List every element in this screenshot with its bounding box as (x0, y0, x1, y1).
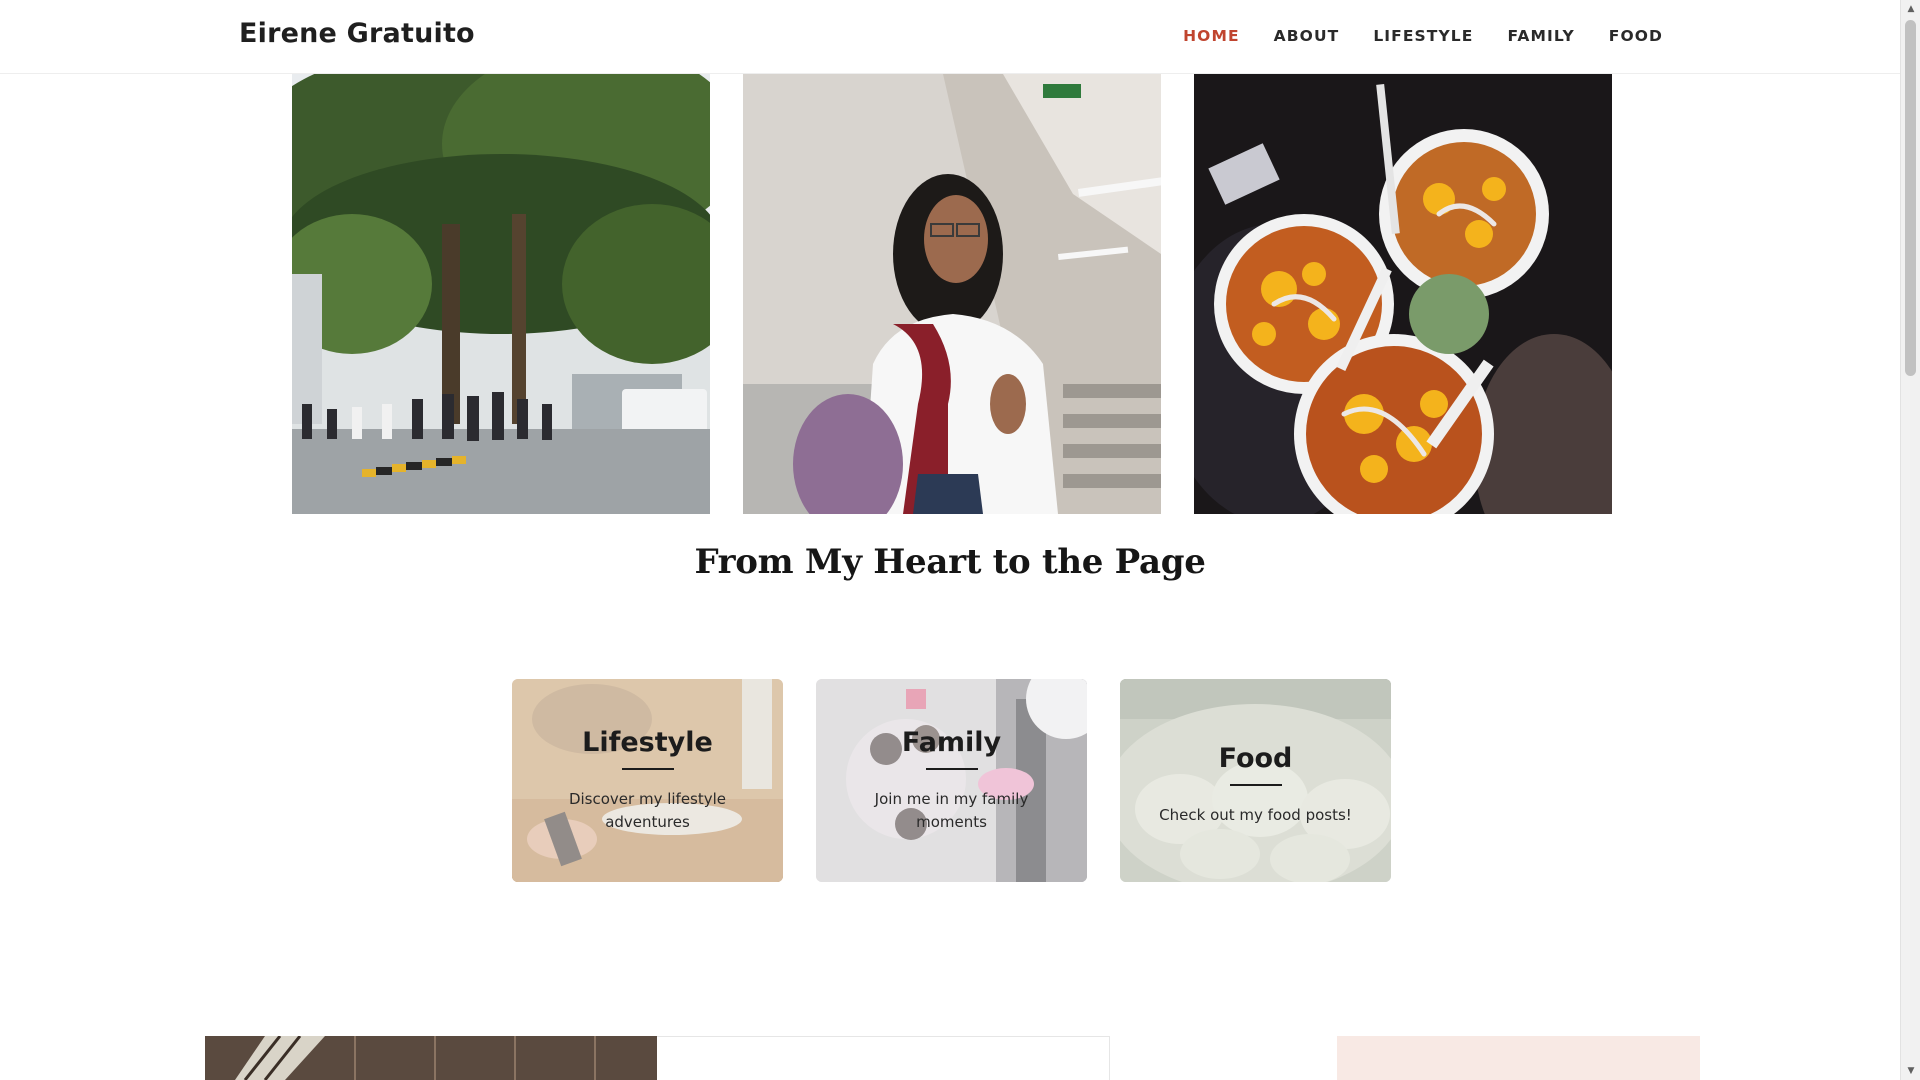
section-title: From My Heart to the Page (694, 542, 1206, 582)
page: Eirene Gratuito HOME ABOUT LIFESTYLE FAM… (0, 0, 1900, 1080)
card-lifestyle-description: Discover my lifestyle adventures (568, 790, 727, 831)
card-divider (1229, 783, 1282, 786)
site-header: Eirene Gratuito HOME ABOUT LIFESTYLE FAM… (0, 0, 1900, 74)
nav-home[interactable]: HOME (1183, 27, 1240, 45)
featured-post-photo (205, 1036, 657, 1080)
nav-food[interactable]: FOOD (1609, 27, 1663, 45)
page-scrollbar[interactable]: ▲ ▼ (1900, 0, 1920, 1080)
site-title-link[interactable]: Eirene Gratuito (239, 18, 475, 49)
card-food-description: Check out my food posts! (1159, 805, 1352, 824)
trees-image (292, 74, 710, 514)
category-cards: Lifestyle Discover my lifestyle adventur… (512, 679, 1391, 882)
card-food[interactable]: Food Check out my food posts! (1120, 679, 1391, 882)
card-food-title: Food (1218, 742, 1293, 774)
card-family-description: Join me in my family moments (874, 790, 1029, 831)
card-food-content: Food Check out my food posts! (1120, 679, 1391, 882)
portrait-image (743, 74, 1161, 514)
nav-lifestyle[interactable]: LIFESTYLE (1373, 27, 1473, 45)
featured-post-image[interactable] (205, 1036, 657, 1080)
card-lifestyle-title: Lifestyle (582, 727, 713, 758)
card-family[interactable]: Family Join me in my family moments (816, 679, 1087, 882)
hero-photo-trees[interactable] (292, 74, 710, 514)
hero-photo-food[interactable] (1194, 74, 1612, 514)
hero-gallery (292, 74, 1612, 514)
sidebar-widget (1337, 1036, 1700, 1080)
card-divider (621, 768, 674, 770)
scroll-down-arrow-icon[interactable]: ▼ (1901, 1062, 1920, 1080)
hero-photo-portrait[interactable] (743, 74, 1161, 514)
card-family-title: Family (901, 727, 1002, 758)
card-divider (925, 768, 978, 770)
card-family-content: Family Join me in my family moments (816, 679, 1087, 882)
card-lifestyle-content: Lifestyle Discover my lifestyle adventur… (512, 679, 783, 882)
nav-family[interactable]: FAMILY (1507, 27, 1574, 45)
nav-about[interactable]: ABOUT (1274, 27, 1340, 45)
scroll-up-arrow-icon[interactable]: ▲ (1901, 0, 1920, 18)
food-bowls-image (1194, 74, 1612, 514)
scrollbar-thumb[interactable] (1905, 20, 1916, 376)
card-lifestyle[interactable]: Lifestyle Discover my lifestyle adventur… (512, 679, 783, 882)
main-nav: HOME ABOUT LIFESTYLE FAMILY FOOD (1183, 27, 1663, 45)
